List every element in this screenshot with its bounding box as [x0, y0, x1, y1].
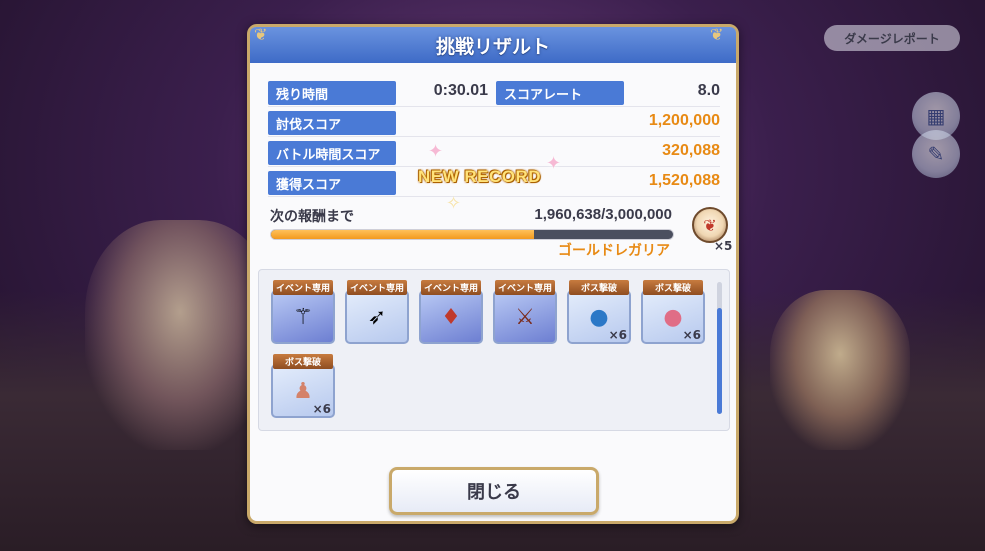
sparkle-icon: ✧	[446, 193, 462, 214]
result-dialog: ❦ 挑戦リザルト ❦ 残り時間 0:30.01 スコアレート 8.0 討伐スコア…	[247, 24, 739, 524]
armor-icon: ♦	[419, 290, 483, 344]
item-badge: イベント専用	[421, 280, 481, 295]
new-record-label: NEW RECORD	[418, 167, 542, 186]
sparkle-icon: ✦	[428, 141, 444, 162]
item-slot[interactable]: ⚔ イベント専用	[493, 280, 557, 344]
item-badge: ボス撃破	[273, 354, 333, 369]
gold-regalia-icon[interactable]: ❦	[692, 207, 728, 243]
row-remaining-time: 残り時間 0:30.01 スコアレート 8.0	[268, 81, 720, 107]
earned-score-label: 獲得スコア	[268, 171, 396, 195]
item-slot[interactable]: ➶ イベント専用	[345, 280, 409, 344]
item-slot[interactable]: ● ボス撃破 ×6	[641, 280, 705, 344]
item-badge: イベント専用	[495, 280, 555, 295]
damage-report-button[interactable]: ダメージレポート	[824, 25, 960, 51]
reward-count: ×5	[714, 239, 733, 253]
divider	[268, 136, 720, 137]
item-slot[interactable]: ⚚ イベント専用	[271, 280, 335, 344]
item-badge: イベント専用	[347, 280, 407, 295]
battle-time-score-label: バトル時間スコア	[268, 141, 396, 165]
next-reward-label: 次の報酬まで	[270, 209, 354, 225]
progress-fill	[271, 230, 534, 239]
reward-name: ゴールドレガリア	[558, 243, 670, 259]
item-badge: ボス撃破	[569, 280, 629, 295]
dialog-title-bar: ❦ 挑戦リザルト ❦	[250, 25, 736, 63]
divider	[268, 196, 720, 197]
item-count: ×6	[682, 328, 701, 342]
sparkle-icon: ✦	[546, 153, 562, 174]
item-slot[interactable]: ♦ イベント専用	[419, 280, 483, 344]
item-badge: ボス撃破	[643, 280, 703, 295]
row-defeat-score: 討伐スコア 1,200,000	[268, 111, 720, 137]
staff-icon: ⚚	[271, 290, 335, 344]
remaining-time-value: 0:30.01	[433, 82, 488, 99]
items-scrollbar[interactable]	[717, 282, 722, 414]
remaining-time-label: 残り時間	[268, 81, 396, 105]
defeat-score-label: 討伐スコア	[268, 111, 396, 135]
next-reward-value: 1,960,638/3,000,000	[534, 206, 672, 223]
ornament-right-icon: ❦	[710, 25, 724, 44]
earned-score-value: 1,520,088	[648, 172, 720, 189]
item-slot[interactable]: ♟ ボス撃破 ×6	[271, 354, 335, 418]
close-button[interactable]: 閉じる	[389, 467, 599, 515]
ornament-left-icon: ❦	[254, 25, 268, 44]
dialog-title: 挑戦リザルト	[435, 35, 550, 58]
background-character-right	[770, 290, 910, 450]
score-rate-value: 8.0	[697, 82, 720, 99]
score-rate-label: スコアレート	[496, 81, 624, 105]
rod-icon: ⚔	[493, 290, 557, 344]
row-battle-time-score: バトル時間スコア 320,088	[268, 141, 720, 167]
divider	[268, 106, 720, 107]
settings-icon[interactable]: ✎	[912, 130, 960, 178]
scrollbar-thumb[interactable]	[717, 308, 722, 414]
items-panel: ⚚ イベント専用 ➶ イベント専用 ♦ イベント専用 ⚔ イベント専用 ● ボス…	[258, 269, 730, 431]
next-reward-progress-bar	[270, 229, 674, 240]
item-slot[interactable]: ● ボス撃破 ×6	[567, 280, 631, 344]
item-count: ×6	[608, 328, 627, 342]
bow-icon: ➶	[345, 290, 409, 344]
item-count: ×6	[312, 402, 331, 416]
defeat-score-value: 1,200,000	[648, 112, 720, 129]
item-badge: イベント専用	[273, 280, 333, 295]
